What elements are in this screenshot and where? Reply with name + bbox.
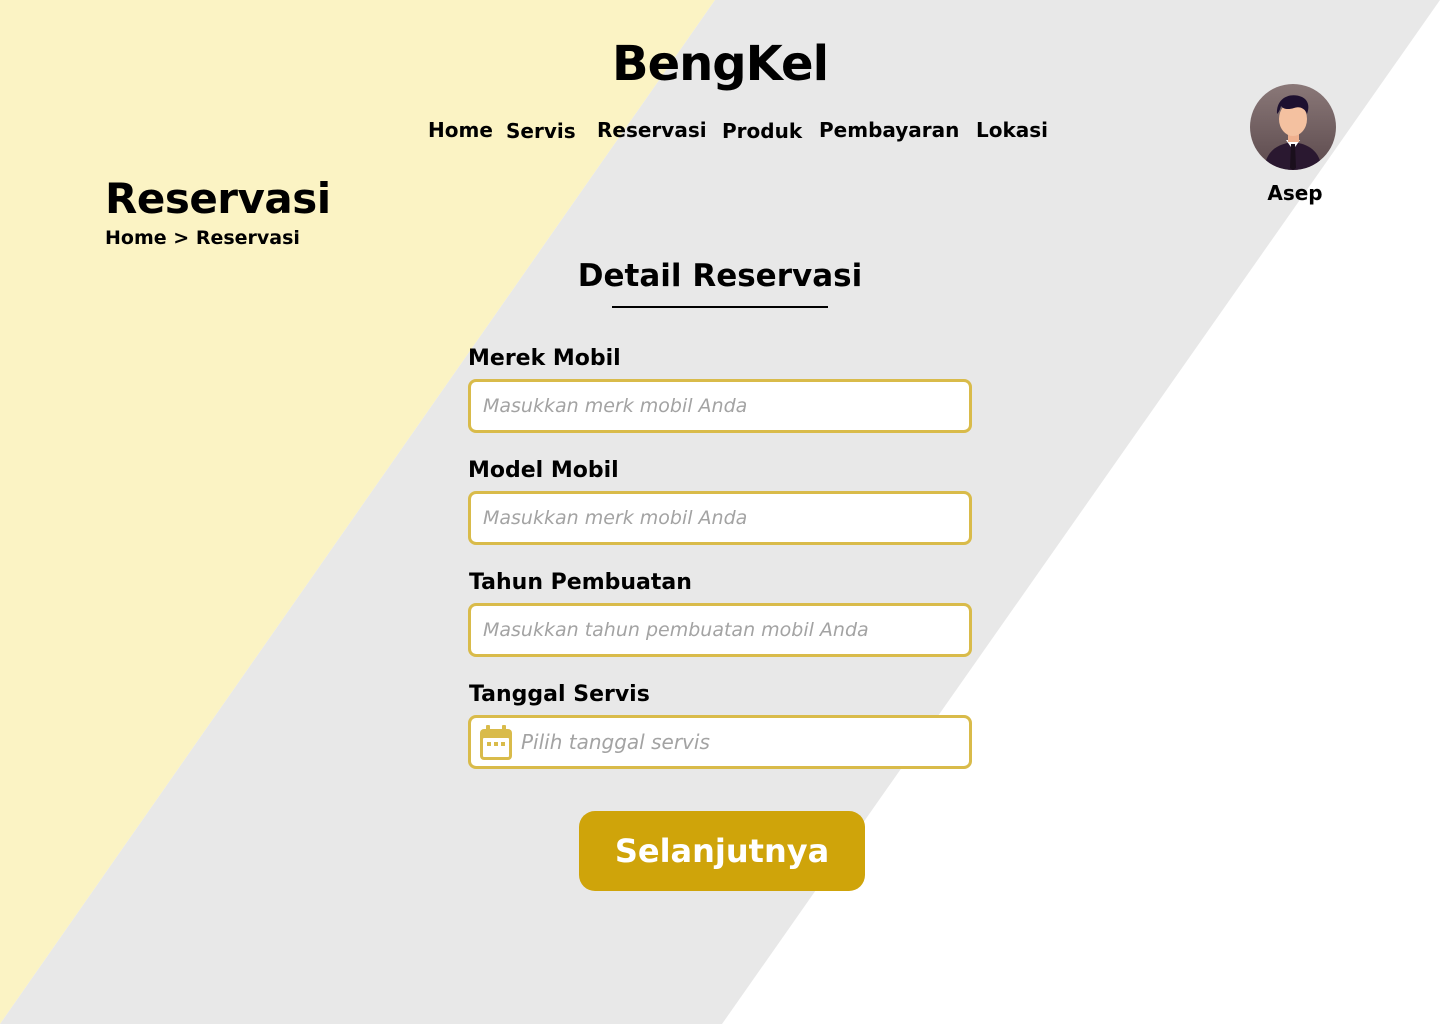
next-button[interactable]: Selanjutnya [579,811,865,891]
breadcrumb: Home > Reservasi [105,227,300,249]
nav-item-servis[interactable]: Servis [506,119,576,143]
breadcrumb-home[interactable]: Home [105,227,167,249]
breadcrumb-current: Reservasi [195,227,300,249]
brand-field-box [468,379,972,433]
nav-item-pembayaran[interactable]: Pembayaran [819,118,959,142]
model-field-box [468,491,972,545]
brand-field-label: Merek Mobil [468,346,621,371]
service-date-input[interactable] [471,718,969,766]
manufacture-year-input[interactable] [471,606,969,654]
nav-item-produk[interactable]: Produk [722,119,802,143]
nav-item-reservasi[interactable]: Reservasi [597,118,707,142]
user-name: Asep [1267,181,1323,205]
date-field-box [468,715,972,769]
main-nav: Home Servis Reservasi Produk Pembayaran … [0,118,1440,148]
car-brand-input[interactable] [471,382,969,430]
breadcrumb-separator: > [173,227,190,249]
user-avatar-icon [1250,84,1336,170]
nav-item-home[interactable]: Home [428,118,493,142]
year-field-label: Tahun Pembuatan [469,570,692,595]
nav-item-lokasi[interactable]: Lokasi [976,118,1048,142]
form-title: Detail Reservasi [577,258,863,294]
brand-logo: BengKel [611,36,829,92]
form-title-underline [612,306,828,308]
model-field-label: Model Mobil [468,458,619,483]
car-model-input[interactable] [471,494,969,542]
avatar[interactable] [1250,84,1336,170]
page-title: Reservasi [105,174,331,223]
date-field-label: Tanggal Servis [469,682,650,707]
year-field-box [468,603,972,657]
calendar-icon[interactable] [479,725,513,761]
